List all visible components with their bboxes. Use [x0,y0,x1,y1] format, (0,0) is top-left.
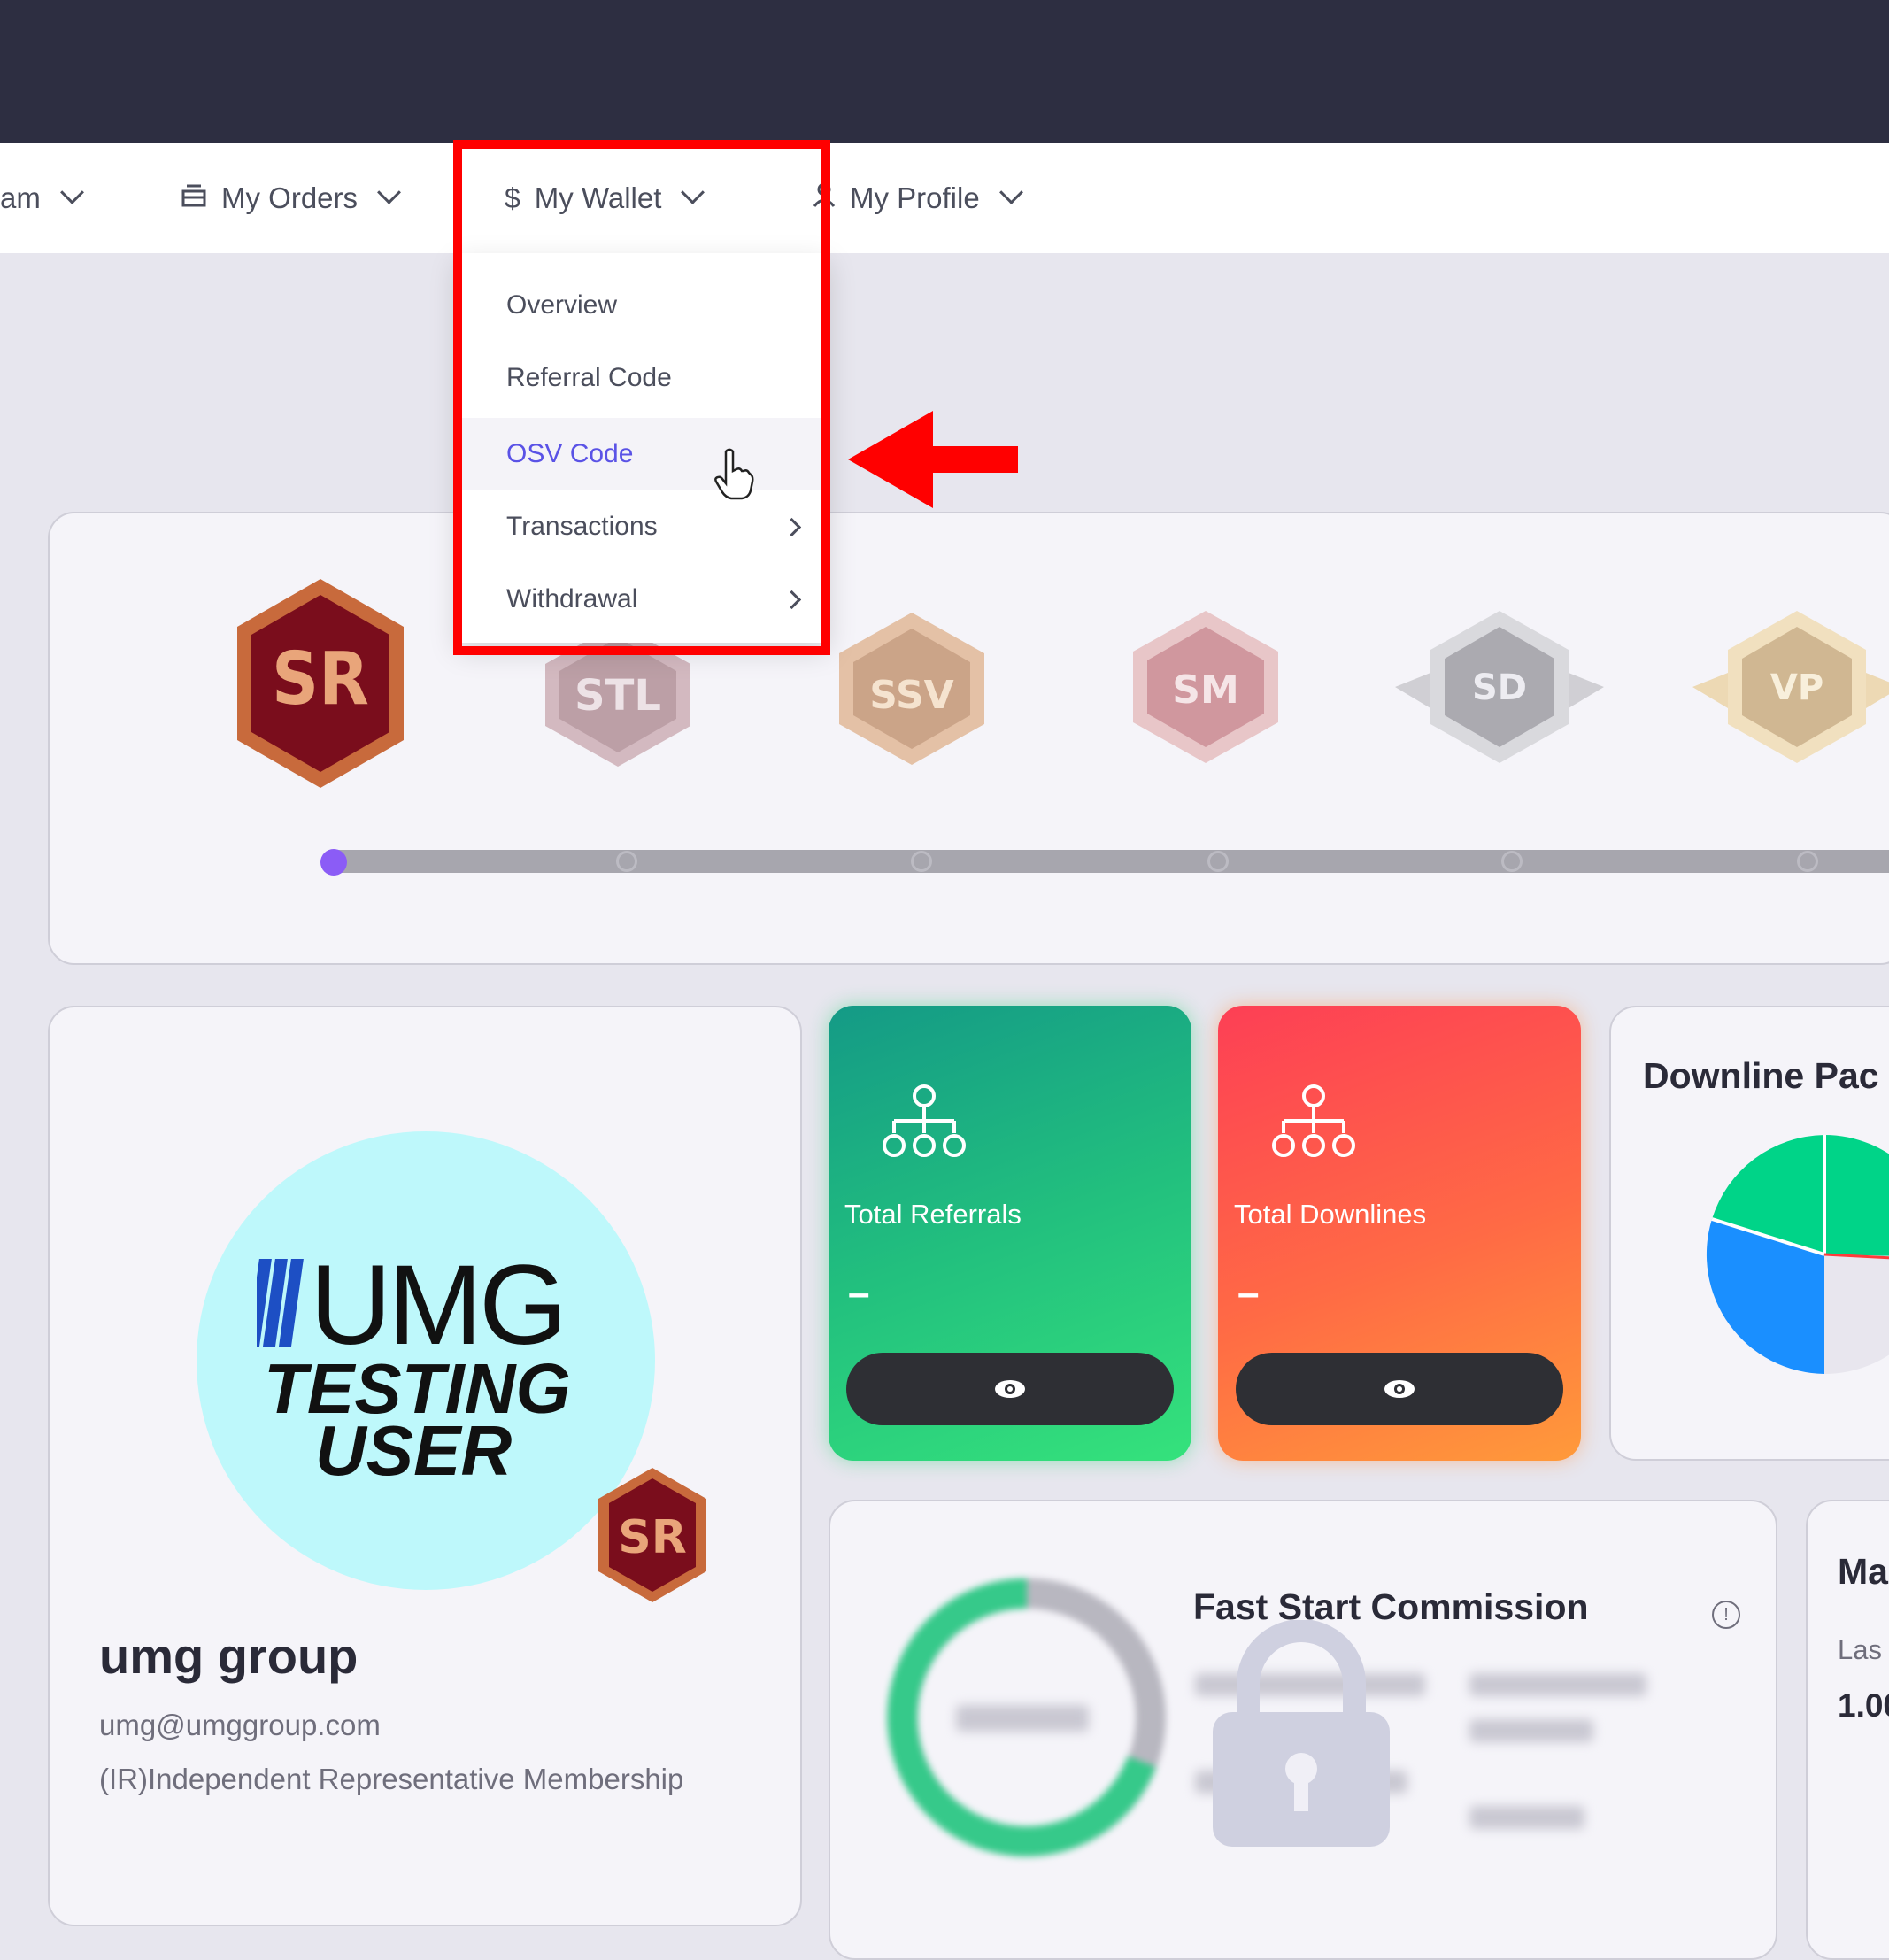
rank-progress-dot [1207,851,1229,872]
chevron-down-icon [377,180,401,204]
network-icon [1272,1084,1355,1157]
highlight-box [453,140,830,655]
nav-label: am [0,181,41,214]
box-icon [181,181,207,216]
eye-icon [995,1380,1025,1398]
svg-text:SR: SR [272,637,369,721]
downline-panel-title: Downline Pac [1643,1055,1879,1096]
nav-label: My Profile [850,181,980,214]
svg-text:VP: VP [1770,667,1823,708]
red-arrow-icon [848,411,1018,508]
card-label: Total Referrals [844,1199,1022,1230]
rank-progress-dot [616,851,637,872]
rank-badge-sr: SR [237,579,404,788]
blurred-text [1469,1806,1584,1829]
card-value: – [848,1271,870,1315]
card-label: Total Downlines [1234,1199,1427,1230]
info-icon[interactable]: ! [1712,1601,1740,1629]
rank-badge-ssv: SSV [839,613,984,765]
right-panel-subtitle: Las [1838,1634,1882,1665]
profile-email: umg@umggroup.com [99,1709,381,1741]
svg-text:SM: SM [1172,667,1238,713]
total-referrals-card: Total Referrals – [829,1006,1191,1461]
view-downlines-button[interactable] [1236,1353,1563,1425]
svg-text:STL: STL [574,671,661,721]
view-referrals-button[interactable] [846,1353,1174,1425]
rank-progress-track [333,850,1889,873]
card-value: – [1237,1271,1260,1315]
svg-text:SSV: SSV [869,673,953,718]
total-downlines-card: Total Downlines – [1218,1006,1581,1461]
rank-progress-dot [1797,851,1818,872]
svg-text:SD: SD [1472,667,1527,708]
rank-badge-sd: SD [1395,611,1604,763]
chevron-down-icon [59,180,84,204]
umg-testing-user-logo: UMG TESTING USER [257,1242,571,1487]
chevron-down-icon [998,180,1023,204]
nav-item-team[interactable]: am [0,143,84,253]
blurred-text [956,1705,1089,1732]
rank-badge-sm: SM [1133,611,1278,763]
svg-text:USER: USER [315,1411,512,1487]
network-icon [883,1084,966,1157]
rank-progress-dot [911,851,932,872]
right-panel-value: 1.00 [1838,1687,1889,1724]
rank-progress-current-dot [320,849,347,876]
rank-progress-dot [1501,851,1523,872]
top-header-bar [0,0,1889,143]
profile-name: umg group [99,1628,359,1684]
main-navigation: am My Orders $ My Wallet My Profile [0,143,1889,253]
nav-label: My Orders [221,181,359,214]
nav-item-my-profile[interactable]: My Profile [813,143,1023,253]
right-panel-title: Ma [1838,1551,1888,1592]
profile-rank-badge: SR [598,1468,706,1602]
nav-item-my-orders[interactable]: My Orders [181,143,401,253]
svg-text:SR: SR [618,1511,687,1564]
downline-pie-chart [1706,1135,1889,1374]
eye-icon [1384,1380,1415,1398]
profile-membership: (IR)Independent Representative Membershi… [99,1763,684,1795]
commission-title: Fast Start Commission [1193,1586,1589,1627]
rank-badge-vp: VP [1692,611,1889,763]
blurred-text [1469,1673,1646,1696]
blurred-text [1469,1719,1593,1742]
lock-icon [1213,1620,1390,1847]
